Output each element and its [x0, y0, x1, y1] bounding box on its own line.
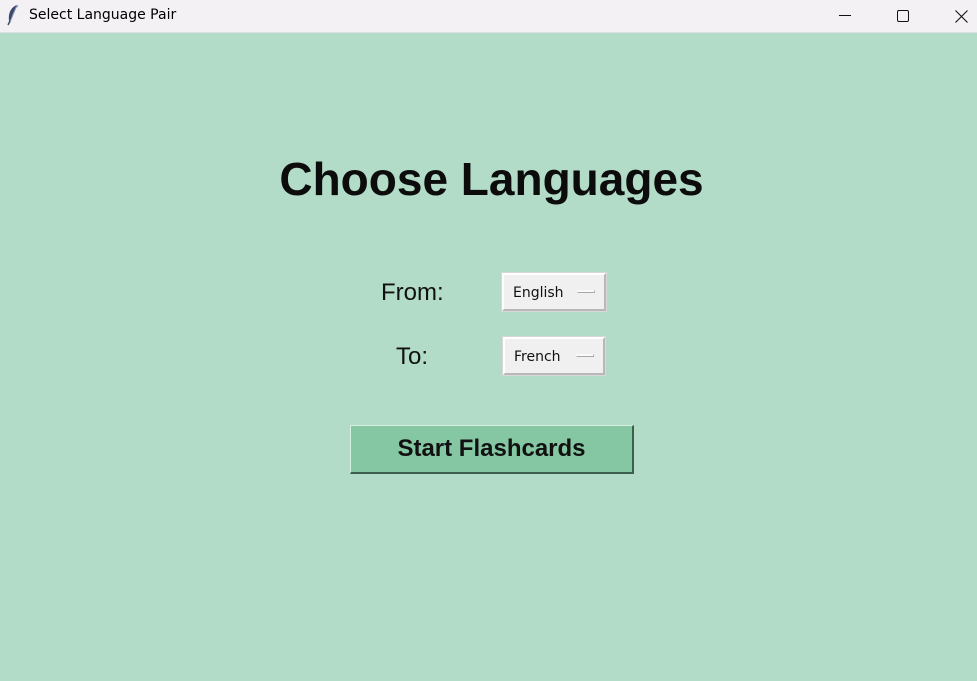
to-language-value: French — [514, 349, 561, 365]
dropdown-indicator-icon — [576, 354, 594, 357]
start-flashcards-button[interactable]: Start Flashcards — [350, 425, 634, 474]
page-title: Choose Languages — [279, 153, 704, 205]
feather-icon — [5, 4, 21, 26]
to-language-select[interactable]: French — [503, 337, 605, 375]
window-title: Select Language Pair — [29, 7, 177, 23]
close-icon — [955, 10, 968, 23]
from-language-select[interactable]: English — [502, 273, 606, 311]
to-label: To: — [396, 343, 429, 370]
maximize-icon — [897, 10, 909, 22]
close-button[interactable] — [938, 0, 977, 32]
minimize-button[interactable] — [822, 0, 868, 32]
maximize-button[interactable] — [880, 0, 926, 32]
from-language-value: English — [513, 285, 564, 301]
window-titlebar: Select Language Pair — [0, 0, 977, 33]
from-label: From: — [381, 279, 444, 306]
dropdown-indicator-icon — [577, 290, 595, 293]
minimize-icon — [839, 15, 851, 16]
